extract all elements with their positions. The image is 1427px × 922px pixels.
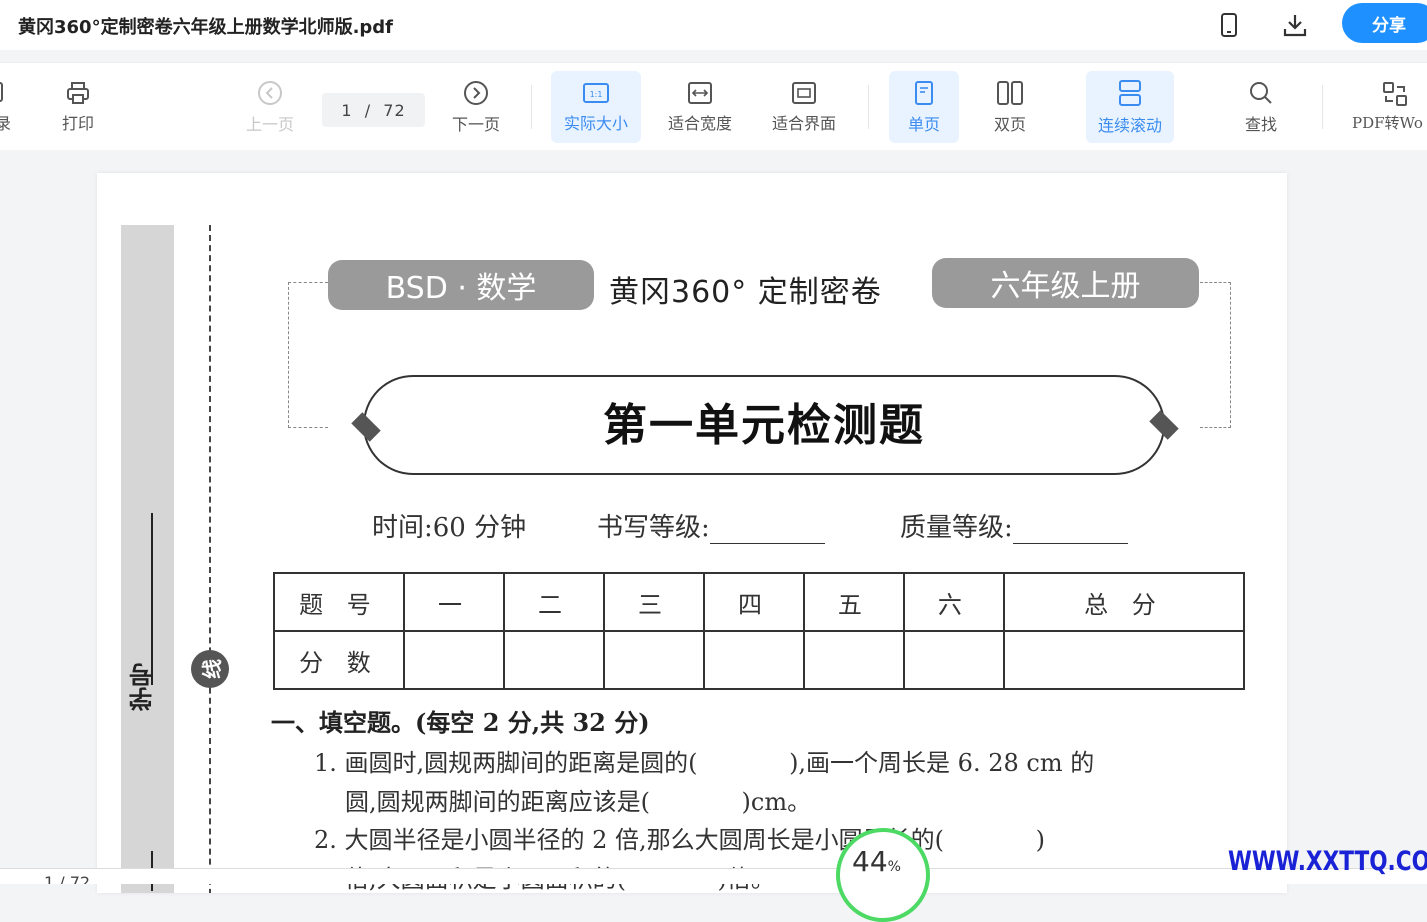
writing-grade-blank: [709, 520, 825, 544]
table-cell: 一: [403, 572, 505, 632]
table-cell: [602, 630, 705, 690]
share-button[interactable]: 分享: [1342, 3, 1427, 43]
printer-icon: [67, 81, 89, 104]
table-cell: [1002, 630, 1246, 690]
name-underline: [151, 513, 153, 685]
site-watermark: WWW.XXTTQ.COM: [1228, 846, 1427, 877]
bottom-page-indicator: 1 / 72: [44, 873, 91, 884]
mobile-icon[interactable]: [1214, 10, 1244, 40]
quality-grade: 质量等级:: [900, 507, 1128, 544]
table-cell: 分 数: [273, 630, 405, 690]
continuous-scroll-icon: [1119, 79, 1141, 106]
student-number-label: 学号: [128, 663, 157, 711]
fit-width-icon: [688, 81, 712, 104]
bottom-status-bar: 1 / 72: [0, 868, 1427, 884]
table-cell: 四: [702, 572, 805, 632]
fit-page-button[interactable]: 适合界面: [762, 71, 846, 143]
pdf-to-word-button[interactable]: PDF转Wo: [1352, 71, 1427, 143]
double-page-label: 双页: [993, 114, 1026, 134]
single-page-label: 单页: [907, 114, 940, 134]
find-label: 查找: [1244, 114, 1277, 134]
time-label: 时间:60 分钟: [372, 513, 527, 543]
zoom-value: 44: [852, 845, 888, 878]
table-cell: [403, 630, 505, 690]
unit-title: 第一单元检测题: [603, 400, 925, 451]
writing-grade: 书写等级:: [597, 507, 825, 544]
chevron-right-circle-icon: [464, 80, 488, 105]
page-separator: /: [364, 100, 372, 120]
quality-grade-blank: [1012, 520, 1128, 544]
score-table-header-row: 题 号 一 二 三 四 五 六 总 分: [273, 572, 1246, 632]
continuous-scroll-button[interactable]: 连续滚动: [1086, 71, 1174, 143]
section-heading: 一、填空题。(每空 2 分,共 32 分): [271, 708, 650, 737]
document-title: 黄冈360°定制密卷六年级上册数学北师版.pdf: [18, 17, 394, 38]
double-page-icon: [997, 80, 1023, 105]
page-current: 1: [341, 100, 353, 120]
header-dashed-bracket-right: [1200, 282, 1231, 428]
search-icon: [1250, 81, 1272, 104]
cut-line-mark: 线: [191, 650, 229, 688]
header-dashed-bracket-left: [288, 282, 328, 428]
table-cell: 二: [502, 572, 605, 632]
zoom-unit: %: [887, 859, 901, 875]
table-cell: 六: [902, 572, 1005, 632]
pdf-to-word-label: PDF转Wo: [1352, 114, 1423, 132]
table-cell: 三: [602, 572, 705, 632]
fit-width-button[interactable]: 适合宽度: [658, 71, 742, 143]
quality-grade-label: 质量等级:: [900, 513, 1013, 543]
question-1-line-1: 1. 画圆时,圆规两脚间的距离是圆的( ),画一个周长是 6. 28 cm 的: [314, 749, 1095, 777]
continuous-scroll-label: 连续滚动: [1097, 115, 1162, 135]
table-cell: 题 号: [273, 572, 405, 632]
single-page-button[interactable]: 单页: [889, 71, 959, 143]
table-cell: [702, 630, 805, 690]
page-number-input[interactable]: 1 / 72: [322, 93, 425, 127]
prev-page-button[interactable]: 上一页: [236, 71, 304, 143]
cut-line: [209, 225, 211, 893]
brand-title: 黄冈360° 定制密卷: [609, 275, 882, 310]
svg-text:1:1: 1:1: [590, 90, 603, 99]
question-2-line-1: 2. 大圆半径是小圆半径的 2 倍,那么大圆周长是小圆周长的( ): [314, 826, 1045, 854]
title-bar: 黄冈360°定制密卷六年级上册数学北师版.pdf 分享: [0, 0, 1427, 50]
table-cell: 五: [802, 572, 905, 632]
find-button[interactable]: 查找: [1231, 71, 1291, 143]
toolbar-divider: [868, 85, 869, 129]
zoom-level: 44%: [852, 845, 901, 878]
binding-margin: [121, 225, 174, 893]
question-1-line-2: 圆,圆规两脚间的距离应该是( )cm。: [345, 788, 812, 816]
fit-width-label: 适合宽度: [667, 113, 732, 133]
single-page-icon: [915, 80, 933, 105]
prev-page-label: 上一页: [245, 114, 294, 134]
table-cell: [502, 630, 605, 690]
table-cell: [902, 630, 1005, 690]
print-label: 打印: [61, 113, 94, 133]
double-page-button[interactable]: 双页: [978, 71, 1042, 143]
toolbar-divider: [531, 85, 532, 129]
grade-pill: 六年级上册: [932, 258, 1199, 308]
next-page-button[interactable]: 下一页: [442, 71, 510, 143]
score-table-score-row: 分 数: [273, 630, 1246, 690]
catalog-button[interactable]: 录: [0, 71, 18, 143]
chevron-left-circle-icon: [258, 80, 282, 105]
convert-icon: [1383, 82, 1407, 106]
toolbar: 录 打印 上一页 1 / 72 下一页 1:1 实际大小 适合宽度 适合界面 单…: [0, 62, 1427, 150]
toolbar-divider: [1322, 85, 1323, 129]
download-icon[interactable]: [1280, 10, 1310, 40]
document-page: 学号 线 BSD · 数学 黄冈360° 定制密卷 六年级上册 第一单元检测题 …: [97, 173, 1287, 893]
actual-size-label: 实际大小: [563, 113, 628, 133]
table-cell: 总 分: [1002, 572, 1246, 632]
print-button[interactable]: 打印: [50, 71, 106, 143]
writing-grade-label: 书写等级:: [597, 513, 710, 543]
catalog-icon: [0, 81, 3, 102]
subject-pill: BSD · 数学: [328, 260, 594, 310]
catalog-label: 录: [0, 113, 11, 133]
next-page-label: 下一页: [451, 114, 500, 134]
table-cell: [802, 630, 905, 690]
fit-page-label: 适合界面: [771, 113, 836, 133]
actual-size-icon: 1:1: [583, 82, 609, 103]
fit-page-icon: [792, 81, 816, 104]
actual-size-button[interactable]: 1:1 实际大小: [551, 71, 641, 143]
page-total: 72: [383, 100, 406, 120]
score-table: 题 号 一 二 三 四 五 六 总 分 分 数: [273, 572, 1246, 690]
